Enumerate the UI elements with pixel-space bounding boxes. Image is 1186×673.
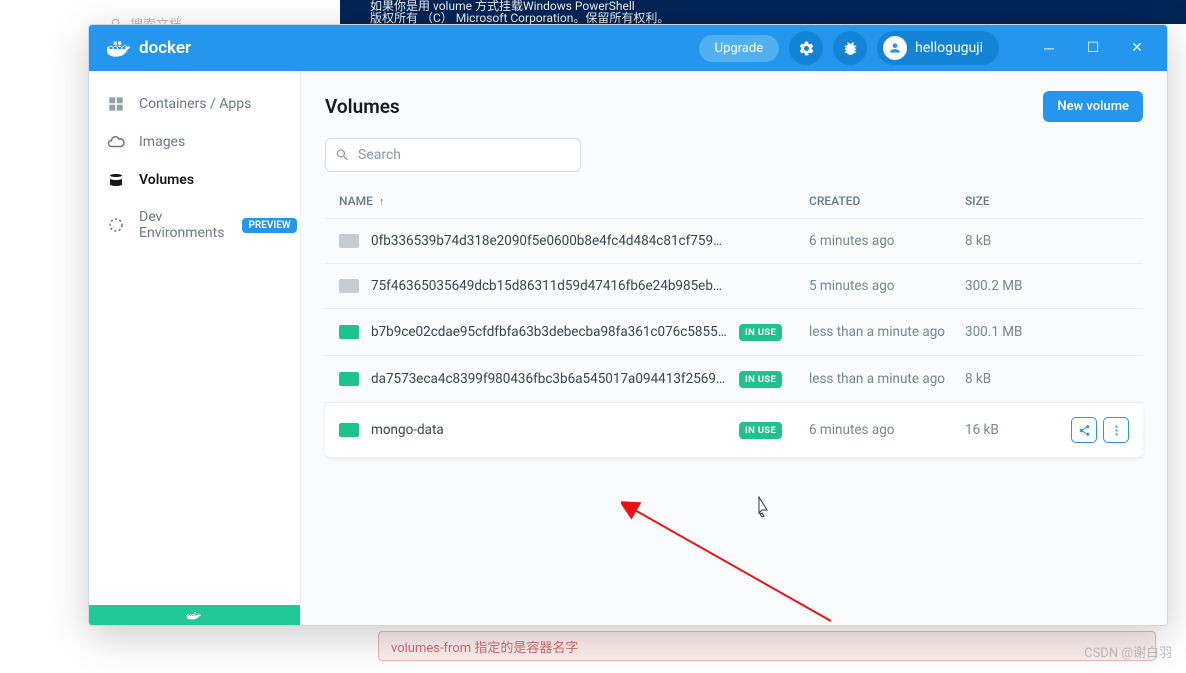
cursor-icon — [753, 496, 771, 518]
user-menu[interactable]: helloguguji — [877, 31, 999, 65]
volume-name: 0fb336539b74d318e2090f5e0600b8e4fc4d484c… — [371, 233, 739, 249]
watermark: CSDN @谢白羽 — [1084, 642, 1172, 661]
volume-size: 8 kB — [965, 371, 1065, 387]
close-button[interactable]: ✕ — [1115, 33, 1159, 63]
share-button[interactable] — [1071, 417, 1097, 443]
table-row[interactable]: b7b9ce02cdae95cfdfbfa63b3debecba98fa361c… — [325, 309, 1143, 356]
search-icon — [335, 148, 350, 163]
volume-name: 75f46365035649dcb15d86311d59d47416fb6e24… — [371, 278, 739, 294]
gear-icon — [798, 40, 815, 57]
table-row[interactable]: 75f46365035649dcb15d86311d59d47416fb6e24… — [325, 264, 1143, 309]
cloud-icon — [107, 133, 125, 151]
volume-icon — [339, 423, 359, 437]
username: helloguguji — [915, 40, 983, 56]
minimize-button[interactable]: ─ — [1027, 33, 1071, 63]
sidebar-item-containers[interactable]: Containers / Apps — [89, 85, 300, 123]
bug-icon — [842, 40, 859, 57]
volume-size: 300.2 MB — [965, 278, 1065, 294]
docker-logo: docker — [105, 35, 191, 61]
volume-icon — [339, 325, 359, 339]
volume-name: da7573eca4c8399f980436fbc3b6a545017a0944… — [371, 371, 739, 387]
volume-created: less than a minute ago — [809, 371, 965, 387]
column-name[interactable]: NAME ↑ — [339, 194, 739, 208]
volume-size: 300.1 MB — [965, 324, 1065, 340]
dev-env-icon — [107, 216, 125, 234]
settings-button[interactable] — [789, 31, 823, 65]
volume-size: 8 kB — [965, 233, 1065, 249]
more-button[interactable] — [1103, 417, 1129, 443]
sidebar-item-volumes[interactable]: Volumes — [89, 161, 300, 199]
person-icon — [888, 41, 902, 55]
table-row[interactable]: mongo-dataIN USE 6 minutes ago16 kB — [325, 403, 1143, 458]
table-header: NAME ↑ CREATED SIZE — [325, 186, 1143, 219]
main-content: Volumes New volume NAME ↑ CREATED SIZE — [301, 71, 1167, 625]
in-use-badge: IN USE — [739, 371, 782, 388]
sidebar-item-images[interactable]: Images — [89, 123, 300, 161]
avatar — [883, 36, 907, 60]
sidebar-item-label: Volumes — [139, 172, 194, 188]
annotation-arrow — [621, 441, 841, 626]
preview-badge: PREVIEW — [242, 218, 296, 233]
sort-asc-icon: ↑ — [379, 195, 385, 208]
brand-text: docker — [139, 38, 191, 58]
in-use-badge: IN USE — [739, 324, 782, 341]
table-row[interactable]: 0fb336539b74d318e2090f5e0600b8e4fc4d484c… — [325, 219, 1143, 264]
volume-size: 16 kB — [965, 422, 1065, 438]
background-terminal: 如果你是用 volume 方式挂载Windows PowerShell 版权所有… — [340, 0, 1186, 24]
window-controls: ─ ☐ ✕ — [1027, 33, 1159, 63]
volume-icon — [339, 279, 359, 293]
share-icon — [1078, 424, 1091, 437]
sidebar-footer[interactable] — [89, 605, 300, 625]
volume-created: 5 minutes ago — [809, 278, 965, 294]
volumes-table: NAME ↑ CREATED SIZE 0fb336539b74d318e209… — [325, 186, 1143, 458]
troubleshoot-button[interactable] — [833, 31, 867, 65]
whale-icon — [186, 609, 204, 621]
sidebar: Containers / Apps Images Volumes Dev Env… — [89, 71, 301, 625]
more-vertical-icon — [1110, 424, 1123, 437]
docker-desktop-window: docker Upgrade helloguguji ─ ☐ ✕ Contain… — [88, 24, 1168, 626]
sidebar-item-label: Containers / Apps — [139, 96, 251, 112]
volumes-icon — [107, 171, 125, 189]
sidebar-item-label: Images — [139, 134, 185, 150]
background-note: volumes-from 指定的是容器名字 — [378, 631, 1156, 661]
new-volume-button[interactable]: New volume — [1043, 91, 1143, 122]
volume-created: less than a minute ago — [809, 324, 965, 340]
sidebar-item-dev-environments[interactable]: Dev Environments PREVIEW — [89, 199, 300, 251]
whale-icon — [105, 35, 131, 61]
volume-name: b7b9ce02cdae95cfdfbfa63b3debecba98fa361c… — [371, 324, 739, 340]
volume-created: 6 minutes ago — [809, 233, 965, 249]
upgrade-button[interactable]: Upgrade — [699, 35, 779, 62]
titlebar: docker Upgrade helloguguji ─ ☐ ✕ — [89, 25, 1167, 71]
maximize-button[interactable]: ☐ — [1071, 33, 1115, 63]
table-row[interactable]: da7573eca4c8399f980436fbc3b6a545017a0944… — [325, 356, 1143, 403]
column-created[interactable]: CREATED — [809, 194, 965, 208]
volume-name: mongo-data — [371, 422, 739, 438]
in-use-badge: IN USE — [739, 422, 782, 439]
sidebar-item-label: Dev Environments — [139, 209, 224, 241]
page-title: Volumes — [325, 95, 400, 118]
search-input[interactable] — [325, 138, 581, 172]
volume-icon — [339, 234, 359, 248]
volume-created: 6 minutes ago — [809, 422, 965, 438]
containers-icon — [107, 95, 125, 113]
column-size[interactable]: SIZE — [965, 194, 1065, 208]
volume-icon — [339, 372, 359, 386]
